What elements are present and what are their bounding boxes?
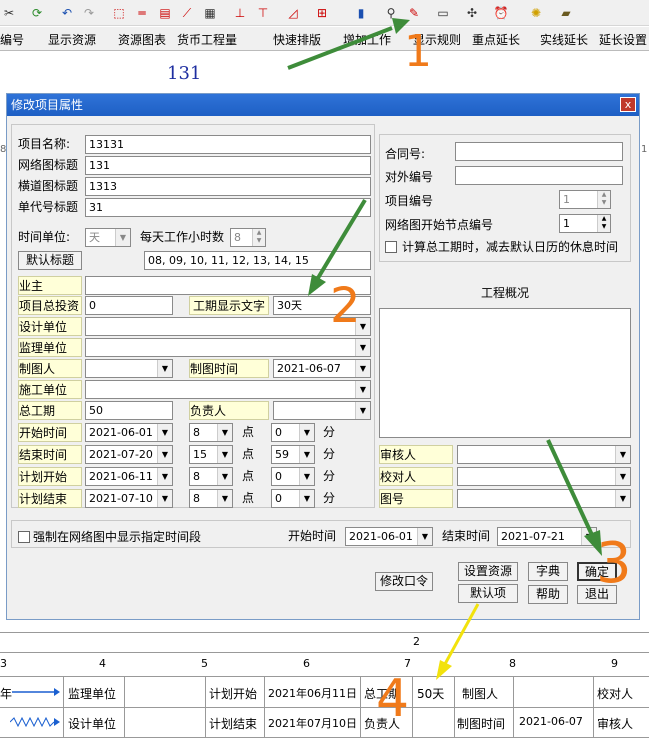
annotation-overlay: 1 2 3 4 [287, 18, 632, 729]
yellow-arrow-4 [436, 603, 480, 680]
annotation-2: 2 [330, 278, 361, 334]
green-arrow-1 [287, 18, 410, 70]
annotation-1: 1 [404, 26, 432, 77]
annotation-3: 3 [596, 531, 632, 596]
green-arrow-3 [546, 439, 602, 556]
annotation-4: 4 [376, 669, 409, 729]
